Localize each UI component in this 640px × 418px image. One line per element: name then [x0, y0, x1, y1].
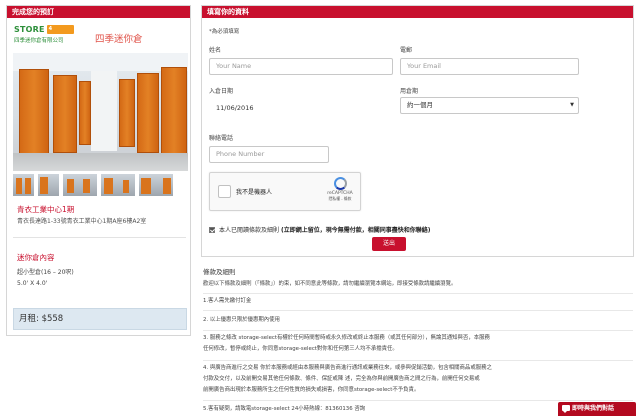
recaptcha-label: 我不是機器人 [236, 189, 273, 196]
thumbnail-5[interactable] [139, 174, 173, 196]
recaptcha-widget: 我不是機器人 reCAPTCHA 隱私權 - 條款 [209, 172, 361, 211]
terms-item-4c: 前開廣告商出現於本服務所生之任何性質的損失或損害，你同意storage-sele… [203, 387, 420, 393]
terms-item-5: 5.客有疑問，請致電storage-select 24小時熱線：81360136… [203, 406, 366, 412]
monthly-price: 月租: $558 [13, 308, 187, 330]
chat-bubble-icon [562, 405, 570, 413]
name-label: 姓名 [209, 47, 222, 54]
move-in-date-input[interactable]: 11/06/2016 [209, 100, 393, 117]
name-input[interactable]: Your Name [209, 58, 393, 75]
phone-input[interactable]: Phone Number [209, 146, 329, 163]
terms-intro: 歡迎以下條款及細則（「條款」）的束，如不同意此等條款，請勿繼續瀏覽本網站，即接受… [203, 281, 457, 287]
thumbnail-1[interactable] [13, 174, 34, 196]
terms-item-3b: 任何修改，暫停或終止，你同意storage-select對你和任何第三人均不承擔… [203, 346, 398, 352]
terms-item-4b: 付款及交付，以及前開交易其他任何條款、條件、保証或陳 述，完全為你與前開廣告商之… [203, 376, 480, 382]
terms-item-2: 2. 以上優惠只限於優惠期內使用 [203, 317, 280, 323]
logo-store-text: STORE [14, 25, 45, 34]
store-logo: STORE 4 seasons 四季迷你倉有限公司 [14, 24, 74, 44]
terms-item-1: 1.客人需先繳付訂金 [203, 298, 252, 304]
chevron-down-icon: ▼ [570, 102, 574, 108]
recaptcha-checkbox[interactable] [218, 185, 231, 198]
unit-dimensions: 5.0' X 4.0' [17, 280, 48, 287]
booking-form-panel: 填寫你的資料 *為必須填寫 姓名 Your Name 電郵 Your Email… [201, 5, 634, 257]
brand-name: 四季迷你倉 [95, 34, 143, 45]
booking-summary-panel: 完成您的預訂 STORE 4 seasons 四季迷你倉有限公司 四季迷你倉 青… [6, 5, 191, 336]
agree-terms-checkbox[interactable] [209, 226, 215, 233]
terms-item-4a: 4. 與廣告商進行之交易 你於本服務或經由本服務與廣告商進行通訊或業務往來，或參… [203, 365, 492, 371]
agree-terms-note: (立即網上留位，現今無需付款，相關同事盡快和你聯絡) [281, 227, 431, 234]
email-label: 電郵 [400, 47, 413, 54]
photo-thumbnails [13, 174, 183, 196]
location-title[interactable]: 青衣工業中心1期 [17, 204, 74, 215]
recaptcha-logo-icon: reCAPTCHA 隱私權 - 條款 [326, 177, 354, 209]
submit-button[interactable]: 送出 [372, 237, 406, 251]
email-input[interactable]: Your Email [400, 58, 579, 75]
thumbnail-4[interactable] [101, 174, 135, 196]
unit-size: 超小型倉(16 – 20呎) [17, 269, 74, 276]
agree-terms-text[interactable]: 本人已閱讀條款及細則 [219, 225, 279, 234]
divider [13, 237, 186, 238]
recaptcha-links[interactable]: 隱私權 - 條款 [326, 196, 354, 202]
live-chat-button[interactable]: 即時與我們對話 [558, 402, 636, 416]
logo-badge: 4 seasons [46, 25, 74, 41]
agree-terms-row: 本人已閱讀條款及細則 (立即網上留位，現今無需付款，相關同事盡快和你聯絡) [209, 225, 431, 234]
terms-item-3a: 3. 服務之條改 storage-select有權於任何時間暫時或永久修改或終止… [203, 335, 490, 341]
terms-title: 條款及細則 [203, 268, 236, 276]
live-chat-label: 即時與我們對話 [572, 405, 615, 412]
thumbnail-3[interactable] [63, 174, 97, 196]
phone-label: 聯絡電話 [209, 135, 234, 142]
location-address: 青衣長達路1-33號青衣工業中心1期A座6樓A2室 [17, 218, 147, 225]
storage-main-photo[interactable] [13, 53, 188, 171]
thumbnail-2[interactable] [38, 174, 59, 196]
rental-period-label: 用倉期 [400, 88, 419, 95]
unit-title: 迷你倉內容 [17, 253, 55, 262]
rental-period-value: 約一個月 [407, 101, 433, 109]
rental-period-select[interactable]: 約一個月 ▼ [400, 97, 579, 114]
brand-row: STORE 4 seasons 四季迷你倉有限公司 四季迷你倉 [7, 18, 190, 46]
booking-summary-header: 完成您的預訂 [7, 6, 190, 18]
move-in-date-label: 入倉日期 [209, 88, 234, 95]
required-note: *為必須填寫 [209, 29, 240, 35]
terms-section: 條款及細則 歡迎以下條款及細則（「條款」）的束，如不同意此等條款，請勿繼續瀏覽本… [203, 266, 633, 412]
form-header: 填寫你的資料 [202, 6, 633, 18]
